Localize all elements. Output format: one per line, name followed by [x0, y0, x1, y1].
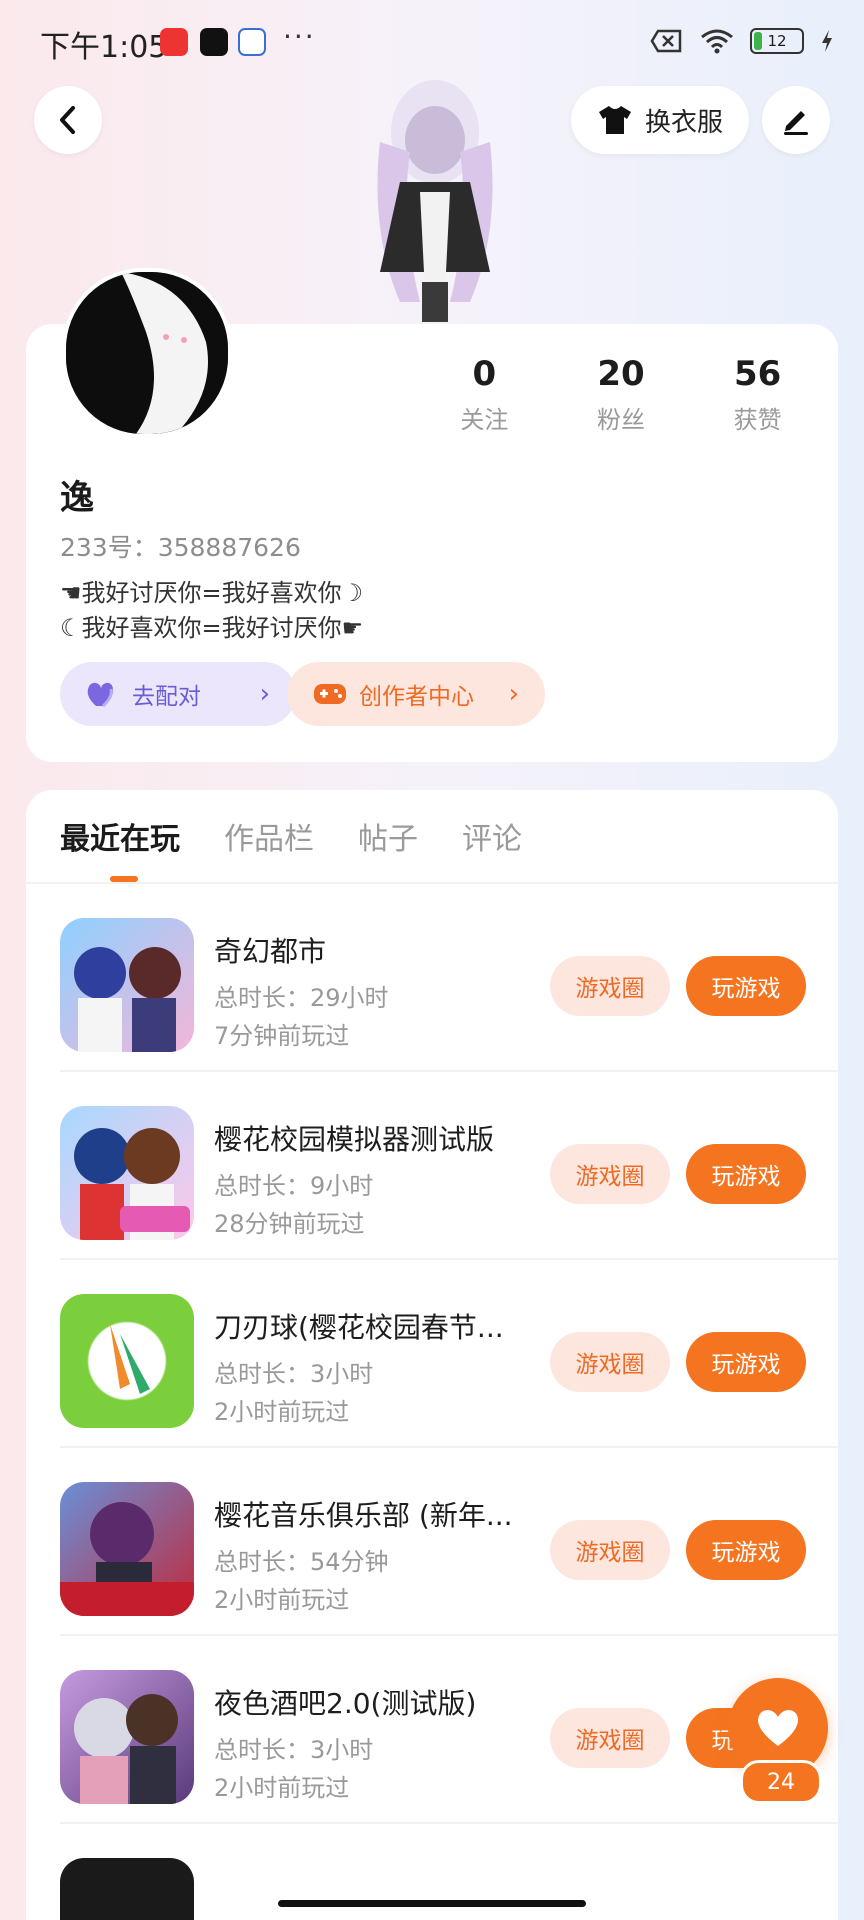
game-circle-button[interactable]: 游戏圈 [550, 1144, 670, 1204]
battery-icon: 12 [750, 28, 804, 54]
game-icon[interactable] [60, 1482, 194, 1616]
nickname: 逸 [60, 478, 94, 518]
creator-center-button[interactable]: 创作者中心 › [287, 662, 545, 726]
game-row[interactable]: 刀刃球(樱花校园春节... 总时长：3小时 2小时前玩过 游戏圈 玩游戏 [26, 1260, 838, 1448]
stat-value: 20 [597, 354, 645, 394]
profile-card: 0 关注 20 粉丝 56 获赞 逸 233号：358887626 ☚我好讨厌你… [26, 268, 838, 762]
game-row[interactable]: 樱花音乐俱乐部 (新年... 总时长：54分钟 2小时前玩过 游戏圈 玩游戏 [26, 1448, 838, 1636]
status-time: 下午1:05 [40, 30, 168, 65]
baidu-app-icon [238, 28, 266, 56]
game-icon[interactable] [60, 1294, 194, 1428]
tab-recently-played[interactable]: 最近在玩 [60, 814, 180, 858]
play-game-button[interactable]: 玩游戏 [686, 956, 806, 1016]
avatar-image [66, 272, 228, 434]
game-last-played: 2小时前玩过 [214, 1586, 350, 1614]
match-label: 去配对 [132, 684, 201, 710]
like-count-badge: 24 [740, 1760, 822, 1804]
charging-icon [822, 30, 832, 52]
game-title: 樱花校园模拟器测试版 [214, 1123, 495, 1156]
stat-following[interactable]: 0 关注 [416, 354, 553, 435]
game-circle-button[interactable]: 游戏圈 [550, 1332, 670, 1392]
bio-line: ☾我好喜欢你=我好讨厌你☛ [60, 614, 364, 642]
change-outfit-button[interactable]: 换衣服 [571, 86, 750, 154]
game-duration: 总时长：3小时 [214, 1360, 374, 1388]
profile-tabs: 最近在玩 作品栏 帖子 评论 [60, 814, 522, 858]
heart-icon [758, 1710, 798, 1746]
wifi-icon [701, 29, 733, 54]
play-game-button[interactable]: 玩游戏 [686, 1520, 806, 1580]
game-duration: 总时长：54分钟 [214, 1548, 389, 1576]
game-circle-button[interactable]: 游戏圈 [550, 956, 670, 1016]
bio-line: ☚我好讨厌你=我好喜欢你☽ [60, 579, 364, 607]
edit-profile-button[interactable] [762, 86, 830, 154]
tab-works[interactable]: 作品栏 [224, 814, 314, 858]
game-circle-button[interactable]: 游戏圈 [550, 1520, 670, 1580]
news-app-icon [160, 28, 188, 56]
game-title: 夜色酒吧2.0(测试版) [214, 1687, 477, 1720]
game-title: 刀刃球(樱花校园春节... [214, 1311, 504, 1344]
chevron-left-icon [60, 106, 75, 134]
stat-label: 获赞 [733, 406, 782, 434]
game-last-played: 2小时前玩过 [214, 1398, 350, 1426]
game-icon[interactable] [60, 918, 194, 1052]
tab-posts[interactable]: 帖子 [358, 814, 418, 858]
change-outfit-label: 换衣服 [645, 107, 724, 138]
gamepad-icon [314, 684, 346, 704]
stat-label: 关注 [460, 406, 509, 434]
profile-stats: 0 关注 20 粉丝 56 获赞 [416, 354, 826, 435]
game-last-played: 2小时前玩过 [214, 1774, 350, 1802]
chevron-right-icon: › [508, 679, 519, 709]
game-last-played: 28分钟前玩过 [214, 1210, 365, 1238]
creator-center-label: 创作者中心 [359, 684, 474, 710]
game-duration: 总时长：9小时 [214, 1172, 374, 1200]
game-row[interactable]: 奇幻都市 总时长：29小时 7分钟前玩过 游戏圈 玩游戏 [26, 884, 838, 1072]
bio: ☚我好讨厌你=我好喜欢你☽ ☾我好喜欢你=我好讨厌你☛ [60, 576, 363, 646]
chevron-right-icon: › [259, 679, 270, 709]
stat-label: 粉丝 [597, 406, 645, 434]
content-card: 最近在玩 作品栏 帖子 评论 奇幻都市 总时长：29小时 7分钟前玩过 游戏圈 … [26, 790, 838, 1920]
tiktok-app-icon [200, 28, 228, 56]
game-icon[interactable] [60, 1858, 194, 1920]
game-row[interactable]: 樱花校园模拟器测试版 总时长：9小时 28分钟前玩过 游戏圈 玩游戏 [26, 1072, 838, 1260]
back-button[interactable] [34, 86, 102, 154]
home-indicator[interactable] [278, 1900, 586, 1907]
battery-level: 12 [767, 32, 787, 50]
play-game-button[interactable]: 玩游戏 [686, 1144, 806, 1204]
more-notifications-icon: ··· [283, 20, 316, 53]
game-icon[interactable] [60, 1106, 194, 1240]
stat-likes[interactable]: 56 获赞 [689, 354, 826, 435]
game-circle-button[interactable]: 游戏圈 [550, 1708, 670, 1768]
double-heart-icon [87, 682, 114, 708]
stat-value: 0 [472, 354, 497, 394]
game-duration: 总时长：3小时 [214, 1736, 374, 1764]
game-last-played: 7分钟前玩过 [214, 1022, 350, 1050]
play-game-button[interactable]: 玩游戏 [686, 1332, 806, 1392]
shirt-icon [599, 106, 631, 134]
stat-value: 56 [734, 354, 782, 394]
avatar-3d-figure[interactable] [340, 72, 530, 324]
game-row[interactable]: 夜色酒吧2.0(测试版) 总时长：3小时 2小时前玩过 游戏圈 玩游戏 [26, 1636, 838, 1824]
user-id: 233号：358887626 [60, 533, 301, 562]
avatar[interactable] [62, 268, 232, 438]
game-icon[interactable] [60, 1670, 194, 1804]
match-button[interactable]: 去配对 › [60, 662, 296, 726]
game-title: 奇幻都市 [214, 935, 327, 968]
game-title: 樱花音乐俱乐部 (新年... [214, 1499, 513, 1532]
tab-comments[interactable]: 评论 [462, 814, 522, 858]
stat-followers[interactable]: 20 粉丝 [553, 354, 690, 435]
game-duration: 总时长：29小时 [214, 984, 389, 1012]
pen-icon [784, 111, 808, 135]
sim-card-icon [650, 29, 682, 53]
